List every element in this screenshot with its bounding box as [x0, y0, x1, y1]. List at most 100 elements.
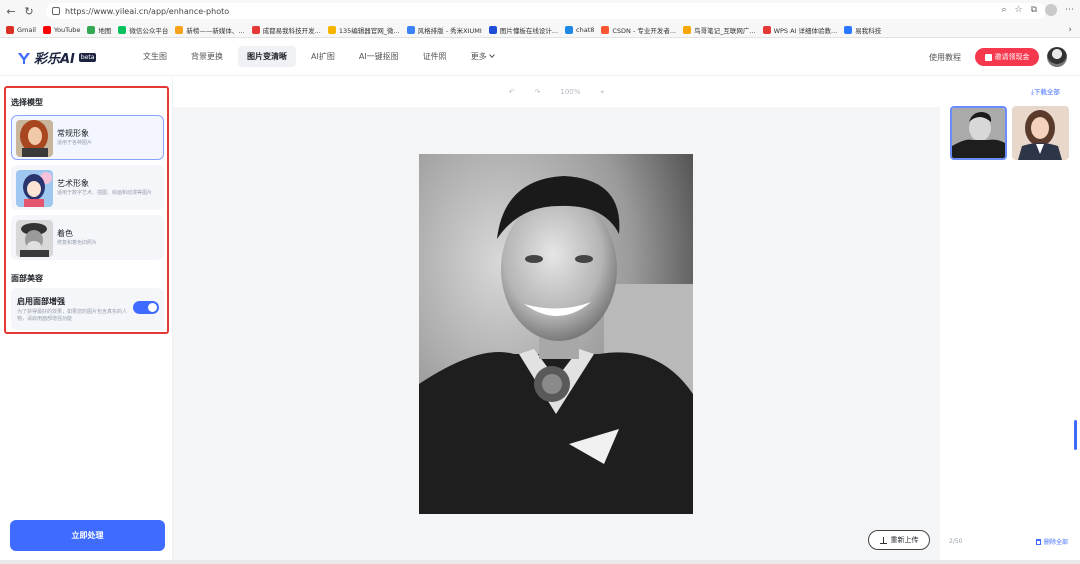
bookmark-label: 微信公众平台 [129, 26, 169, 35]
model-thumb-colorize [16, 220, 53, 257]
bookmark-icon [327, 25, 336, 34]
collections-icon[interactable]: ⧉ [1031, 5, 1037, 15]
bookmark-label: WPS AI 详细体验教... [773, 26, 838, 35]
bookmark-label: YouTube [53, 25, 81, 34]
image-count: 2/50 [949, 538, 963, 545]
lock-icon [52, 7, 60, 15]
face-enhance-card: 启用面部增强 为了获得最好的效果，如果您的图片包含真实的人物，请启用面部增强功能 [11, 288, 164, 330]
bookmark-label: 易我科技 [855, 26, 882, 35]
bookmark-item[interactable]: 新榜——新媒体、... [175, 25, 245, 35]
bookmark-item[interactable]: 地图 [87, 25, 111, 35]
reupload-button[interactable]: 重新上传 [868, 530, 930, 550]
beta-badge: beta [78, 53, 97, 62]
browser-actions: ⌕ ☆ ⧉ ⋯ [1001, 4, 1074, 16]
model-card-regular[interactable]: 常规形象 适用于各种图片 [11, 115, 164, 160]
nav-id-photo[interactable]: 证件照 [414, 46, 456, 67]
nav-more[interactable]: 更多 [462, 46, 503, 67]
bookmark-icon [251, 25, 260, 34]
logo-text: 彩乐AI [34, 52, 75, 67]
zoom-icon[interactable]: ⌕ [1001, 5, 1006, 15]
back-icon[interactable]: ← [4, 4, 18, 18]
bookmark-item[interactable]: chat8 [565, 25, 595, 34]
bookmark-item[interactable]: 风格排版 - 秀米XIUMI [406, 25, 482, 35]
bookmark-item[interactable]: YouTube [42, 25, 81, 34]
model-card-art[interactable]: 艺术形象 适用于数字艺术、插图、绘画和动漫等图片 [11, 165, 164, 210]
bookmark-label: 风格排版 - 秀米XIUMI [417, 26, 482, 35]
reupload-label: 重新上传 [890, 536, 919, 544]
reload-icon[interactable]: ↻ [22, 4, 36, 18]
invite-button[interactable]: 邀请领现金 [975, 48, 1039, 66]
face-toggle-desc: 为了获得最好的效果，如果您的图片包含真实的人物，请启用面部增强功能 [17, 309, 128, 322]
download-all-link[interactable]: ⤓下载全部 [1031, 86, 1060, 97]
bookmark-item[interactable]: Gmail [6, 25, 36, 34]
nav-ai-expand[interactable]: AI扩图 [302, 46, 344, 67]
favorite-icon[interactable]: ☆ [1014, 5, 1022, 15]
bookmark-item[interactable]: 微信公众平台 [118, 25, 168, 35]
invite-label: 邀请领现金 [994, 53, 1030, 61]
bookmark-icon [6, 25, 14, 34]
nav-background-replace[interactable]: 背景更换 [182, 46, 232, 67]
bookmark-item[interactable]: 图片懂板在线设计... [488, 25, 559, 35]
tutorial-link[interactable]: 使用教程 [929, 52, 961, 63]
bookmark-label: 图片懂板在线设计... [499, 26, 559, 35]
bookmark-item[interactable]: 鸟哥笔记_互联网广... [683, 25, 756, 35]
bookmark-icon [844, 25, 853, 34]
bookmark-icon [87, 25, 96, 34]
bookmark-item[interactable]: CSDN - 专业开发者... [601, 25, 676, 35]
bookmark-item[interactable]: 135编辑器官网_微... [327, 25, 400, 35]
window-bottom-edge [0, 560, 1080, 564]
face-toggle-label: 启用面部增强 [17, 297, 65, 306]
bookmark-icon [42, 25, 51, 34]
download-all-label: 下载全部 [1033, 88, 1060, 96]
bookmark-item[interactable]: 易我科技 [844, 25, 881, 35]
model-card-colorize[interactable]: 着色 修复和着色旧照片 [11, 215, 164, 260]
gift-icon [984, 53, 992, 61]
bookmark-icon [488, 25, 497, 34]
bookmark-label: 新榜——新媒体、... [186, 26, 245, 35]
avatar[interactable] [1047, 47, 1067, 67]
zoom-level: 100% [560, 88, 581, 96]
bookmark-icon [762, 25, 771, 34]
redo-icon[interactable]: ↷ [535, 88, 541, 96]
model-name: 常规形象 [57, 129, 89, 138]
menu-icon[interactable]: ⋯ [1065, 5, 1074, 15]
bookmark-icon [406, 25, 415, 34]
bookmark-label: Gmail [17, 25, 36, 34]
model-thumb-art [16, 170, 53, 207]
model-name: 艺术形象 [57, 179, 89, 188]
left-panel: 选择模型 常规形象 适用于各种图片 艺术形象 适用于数字艺术、插图、绘画和动漫等… [0, 77, 173, 564]
bookmark-item[interactable]: WPS AI 详细体验教... [762, 25, 838, 35]
nav-enhance-photo[interactable]: 图片变清晰 [238, 46, 296, 67]
app-header: 彩乐AI beta 文生图 背景更换 图片变清晰 AI扩图 AI一键抠图 证件照… [0, 38, 1080, 76]
url-input[interactable]: https://www.yileai.cn/app/enhance-photo [46, 3, 1046, 19]
nav-ai-cutout[interactable]: AI一键抠图 [350, 46, 408, 67]
process-now-button[interactable]: 立即处理 [10, 520, 165, 551]
model-thumb-regular [16, 120, 53, 157]
bookmark-item[interactable]: 成都易我科技开发... [251, 25, 321, 35]
canvas-toolbar: ↶ ↷ 100% ⌖ [173, 77, 940, 107]
right-panel: ⤓下载全部 2/50 删除全部 [940, 77, 1080, 564]
locate-icon[interactable]: ⌖ [600, 88, 604, 97]
logo[interactable]: 彩乐AI beta [17, 48, 97, 67]
top-nav: 文生图 背景更换 图片变清晰 AI扩图 AI一键抠图 证件照 更多 [134, 46, 509, 67]
model-desc: 修复和着色旧照片 [57, 240, 98, 246]
result-thumb-1[interactable] [950, 106, 1007, 160]
bookmarks-more-icon[interactable]: › [1068, 22, 1072, 37]
profile-icon[interactable] [1045, 4, 1057, 16]
nav-text-to-image[interactable]: 文生图 [134, 46, 176, 67]
preview-photo [419, 154, 693, 514]
bookmark-icon [118, 25, 127, 34]
model-desc: 适用于各种图片 [57, 140, 93, 146]
bookmark-label: 135编辑器官网_微... [338, 26, 400, 35]
trash-icon [1036, 538, 1041, 545]
result-thumb-2[interactable] [1012, 106, 1069, 160]
bookmark-label: chat8 [576, 25, 595, 34]
bookmark-label: 鸟哥笔记_互联网广... [694, 26, 756, 35]
nav-more-label: 更多 [470, 52, 487, 61]
face-enhance-toggle[interactable] [133, 301, 159, 314]
undo-icon[interactable]: ↶ [509, 88, 515, 96]
delete-all-label: 删除全部 [1044, 539, 1069, 546]
delete-all-link[interactable]: 删除全部 [1036, 537, 1068, 546]
scrollbar-thumb[interactable] [1074, 420, 1077, 450]
bookmarks-bar: Gmail YouTube 地图 微信公众平台 新榜——新媒体、... 成都易我科技开发.… [0, 22, 1080, 38]
